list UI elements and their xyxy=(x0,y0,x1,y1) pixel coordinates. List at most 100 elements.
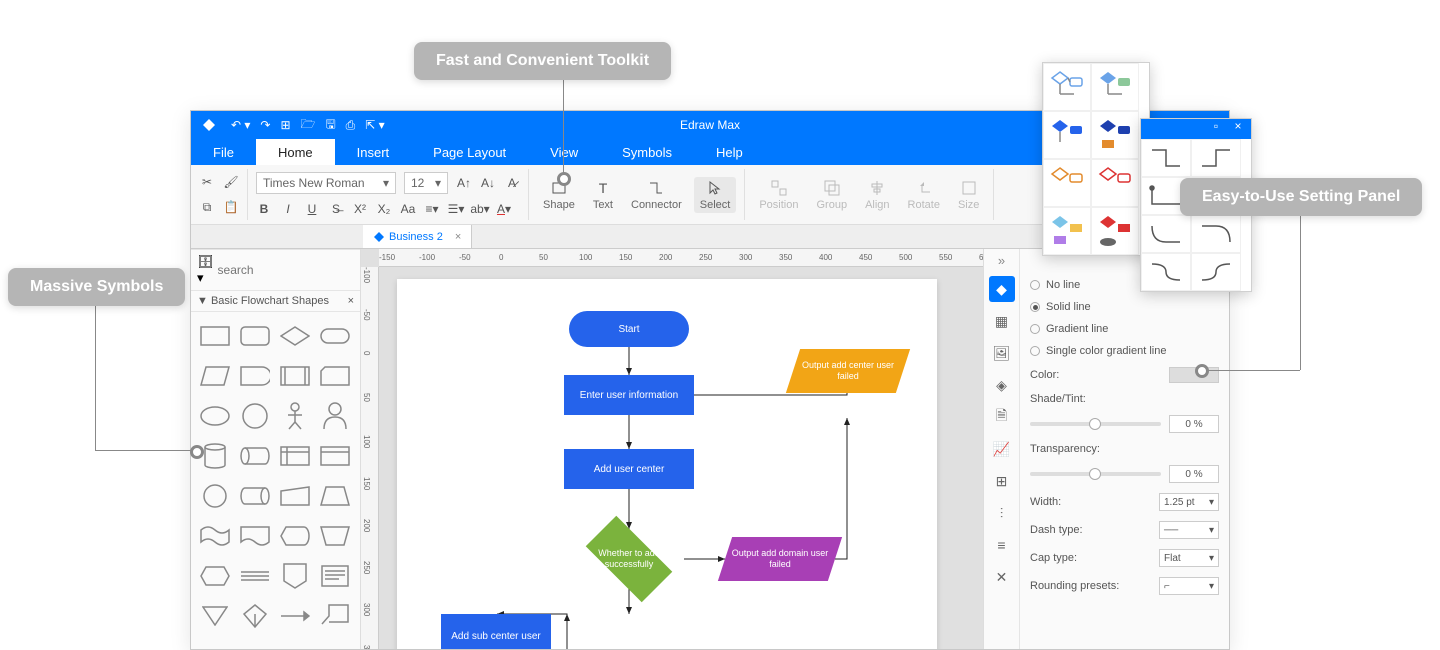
redo-icon[interactable]: ↷ xyxy=(260,118,270,132)
menu-symbols[interactable]: Symbols xyxy=(600,139,694,165)
group-button[interactable]: Group xyxy=(810,177,853,213)
new-icon[interactable]: ⊞ xyxy=(280,118,290,132)
rail-distribute-icon[interactable]: ⫶ xyxy=(989,500,1015,526)
shape-circle[interactable] xyxy=(235,396,275,436)
undo-icon[interactable]: ↶ ▾ xyxy=(231,118,250,132)
shape-disk[interactable] xyxy=(235,436,275,476)
shape-preparation[interactable] xyxy=(195,556,235,596)
rail-grid-icon[interactable]: ▦ xyxy=(989,308,1015,334)
shape-actor[interactable] xyxy=(275,396,315,436)
decrease-font-icon[interactable]: A↓ xyxy=(480,175,496,191)
shape-internal[interactable] xyxy=(275,436,315,476)
shape-connector-circle[interactable] xyxy=(195,476,235,516)
rail-align2-icon[interactable]: ≡ xyxy=(989,532,1015,558)
opt-solid-line[interactable]: Solid line xyxy=(1030,301,1219,313)
menu-file[interactable]: File xyxy=(191,139,256,165)
transparency-slider[interactable] xyxy=(1030,472,1161,476)
line-spacing-icon[interactable]: ≡▾ xyxy=(424,201,440,217)
transparency-value[interactable]: 0 % xyxy=(1169,465,1219,483)
shape-user[interactable] xyxy=(315,396,355,436)
bold-icon[interactable]: B xyxy=(256,201,272,217)
node-add-sub[interactable]: Add sub center user xyxy=(441,614,551,649)
increase-font-icon[interactable]: A↑ xyxy=(456,175,472,191)
menu-page-layout[interactable]: Page Layout xyxy=(411,139,528,165)
shape-data[interactable] xyxy=(195,356,235,396)
shape-card[interactable] xyxy=(315,356,355,396)
shape-ellipse[interactable] xyxy=(195,396,235,436)
shape-delay[interactable] xyxy=(235,356,275,396)
shape-manual-input[interactable] xyxy=(315,516,355,556)
shape-palette[interactable] xyxy=(1042,62,1150,256)
shape-lines[interactable] xyxy=(235,556,275,596)
palette-close-icon[interactable]: × xyxy=(1229,119,1247,139)
copy-icon[interactable]: ⧉ xyxy=(199,199,215,215)
export-icon[interactable]: ⇱ ▾ xyxy=(365,118,384,132)
node-add-center[interactable]: Add user center xyxy=(564,449,694,489)
search-input[interactable] xyxy=(218,263,373,277)
underline-icon[interactable]: U xyxy=(304,201,320,217)
palette-min-icon[interactable]: ▫ xyxy=(1207,119,1225,139)
close-tab-icon[interactable]: × xyxy=(455,231,461,243)
shape-extract[interactable] xyxy=(235,596,275,636)
list-icon[interactable]: ☰▾ xyxy=(448,201,464,217)
italic-icon[interactable]: I xyxy=(280,201,296,217)
node-decision[interactable]: Whether to add successfully xyxy=(574,529,684,589)
drawing-page[interactable]: Start Enter user information Add user ce… xyxy=(397,279,937,649)
font-name-select[interactable]: Times New Roman▾ xyxy=(256,172,396,194)
node-start[interactable]: Start xyxy=(569,311,689,347)
rotate-button[interactable]: Rotate xyxy=(902,177,946,213)
opt-single-color[interactable]: Single color gradient line xyxy=(1030,345,1219,357)
highlight-icon[interactable]: ab▾ xyxy=(472,201,488,217)
open-icon[interactable]: 🗁 xyxy=(301,115,316,136)
font-color-icon[interactable]: A▾ xyxy=(496,201,512,217)
shape-terminator[interactable] xyxy=(315,316,355,356)
text-case-icon[interactable]: Aa xyxy=(400,201,416,217)
size-button[interactable]: Size xyxy=(952,177,985,213)
save-icon[interactable]: 🖫 xyxy=(325,115,335,136)
print-icon[interactable]: ⎙ xyxy=(346,118,356,133)
rail-table-icon[interactable]: ⊞ xyxy=(989,468,1015,494)
shape-document[interactable] xyxy=(235,516,275,556)
canvas[interactable]: -150-100-5005010015020025030035040045050… xyxy=(361,249,983,649)
width-select[interactable]: 1.25 pt▾ xyxy=(1159,493,1219,511)
menu-home[interactable]: Home xyxy=(256,139,335,165)
format-painter-icon[interactable]: 🖌 xyxy=(223,174,239,190)
menu-view[interactable]: View xyxy=(528,139,600,165)
rail-layers-icon[interactable]: ◈ xyxy=(989,372,1015,398)
shape-note[interactable] xyxy=(315,556,355,596)
shape-cylinder-h[interactable] xyxy=(235,476,275,516)
shape-subprocess[interactable] xyxy=(275,356,315,396)
shade-value[interactable]: 0 % xyxy=(1169,415,1219,433)
select-button[interactable]: Select xyxy=(694,177,737,213)
rail-chart-icon[interactable]: 📈 xyxy=(989,436,1015,462)
rail-fill-icon[interactable]: ◆ xyxy=(989,276,1015,302)
shape-tape[interactable] xyxy=(195,516,235,556)
position-button[interactable]: Position xyxy=(753,177,804,213)
node-out-domain[interactable]: Output add domain user failed xyxy=(725,537,835,581)
expand-rail-icon[interactable]: » xyxy=(984,253,1019,270)
cap-select[interactable]: Flat▾ xyxy=(1159,549,1219,567)
rail-path-icon[interactable]: ✕ xyxy=(989,564,1015,590)
strikethrough-icon[interactable]: S̶ xyxy=(328,201,344,217)
opt-gradient-line[interactable]: Gradient line xyxy=(1030,323,1219,335)
paste-icon[interactable]: 📋 xyxy=(223,199,239,215)
rounding-select[interactable]: ⌐▾ xyxy=(1159,577,1219,595)
library-picker-icon[interactable]: 🗄▾ xyxy=(197,254,214,286)
cut-icon[interactable]: ✂ xyxy=(199,174,215,190)
menu-insert[interactable]: Insert xyxy=(335,139,412,165)
superscript-icon[interactable]: X² xyxy=(352,201,368,217)
menu-help[interactable]: Help xyxy=(694,139,765,165)
node-out-center[interactable]: Output add center user failed xyxy=(793,349,903,393)
shape-trapezoid[interactable] xyxy=(315,476,355,516)
subscript-icon[interactable]: X₂ xyxy=(376,201,392,217)
close-section-icon[interactable]: × xyxy=(348,295,354,307)
node-enter-info[interactable]: Enter user information xyxy=(564,375,694,415)
shape-manual[interactable] xyxy=(275,476,315,516)
connector-button[interactable]: Connector xyxy=(625,177,688,213)
shape-decision[interactable] xyxy=(275,316,315,356)
rail-page-icon[interactable]: 🗎 xyxy=(989,404,1015,430)
shape-process[interactable] xyxy=(195,316,235,356)
clear-format-icon[interactable]: A̷ xyxy=(504,175,520,191)
shape-arrow[interactable] xyxy=(275,596,315,636)
dash-select[interactable]: ──▾ xyxy=(1159,521,1219,539)
